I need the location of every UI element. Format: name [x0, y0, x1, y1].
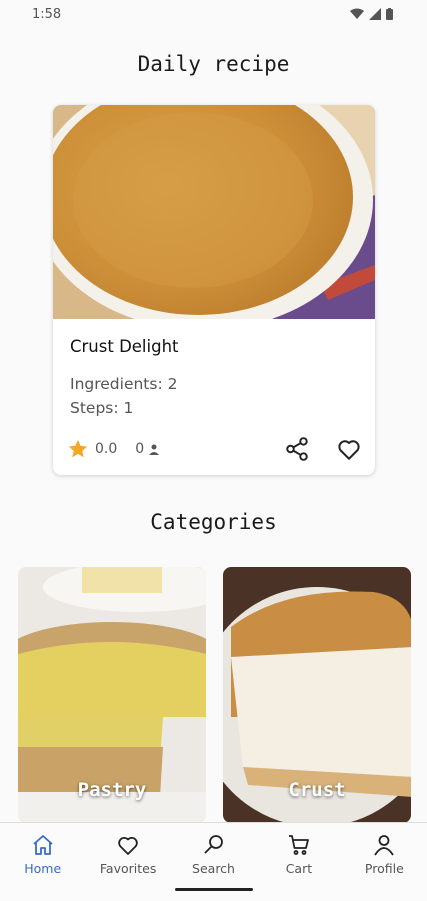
- nav-label-home: Home: [24, 861, 62, 876]
- battery-icon: [386, 8, 393, 20]
- nav-item-home[interactable]: Home: [0, 823, 85, 901]
- favorite-heart-icon[interactable]: [336, 436, 362, 462]
- home-icon: [33, 835, 53, 855]
- signal-icon: [369, 8, 381, 20]
- categories-title: Categories: [150, 510, 277, 534]
- nav-item-favorites[interactable]: Favorites: [85, 823, 170, 901]
- nav-label-profile: Profile: [364, 861, 404, 876]
- nav-label-favorites: Favorites: [99, 861, 157, 876]
- star-icon: [68, 439, 88, 458]
- daily-recipe-card[interactable]: Crust Delight Ingredients: 2 Steps: 1 0.…: [53, 105, 375, 475]
- nav-item-profile[interactable]: Profile: [342, 823, 427, 901]
- gesture-home-indicator[interactable]: [175, 888, 253, 891]
- nav-label-cart: Cart: [285, 861, 313, 876]
- nav-item-cart[interactable]: Cart: [256, 823, 341, 901]
- rating-value: 0.0: [95, 441, 118, 457]
- status-icons: [350, 8, 393, 20]
- wifi-icon: [350, 8, 364, 19]
- category-tile-crust[interactable]: Crust: [223, 567, 411, 823]
- recipe-ingredients: Ingredients: 2: [70, 375, 178, 393]
- nav-label-search: Search: [192, 861, 235, 876]
- person-icon: [374, 835, 395, 856]
- search-icon: [203, 835, 223, 854]
- people-count: 0: [135, 441, 145, 457]
- person-small-icon: [149, 444, 160, 455]
- daily-recipe-title: Daily recipe: [137, 52, 290, 76]
- recipe-name: Crust Delight: [70, 337, 179, 356]
- cart-icon: [288, 835, 309, 855]
- category-label-pastry: Pastry: [77, 779, 147, 801]
- category-label-crust: Crust: [288, 779, 346, 801]
- status-time: 1:58: [32, 6, 62, 22]
- recipe-steps: Steps: 1: [70, 399, 134, 417]
- share-icon[interactable]: [284, 436, 310, 462]
- rating-row: 0.0 0: [67, 438, 160, 460]
- category-tile-pastry[interactable]: Pastry: [18, 567, 206, 823]
- status-bar: 1:58: [0, 0, 427, 28]
- heart-icon: [118, 837, 138, 855]
- recipe-image: [53, 105, 375, 319]
